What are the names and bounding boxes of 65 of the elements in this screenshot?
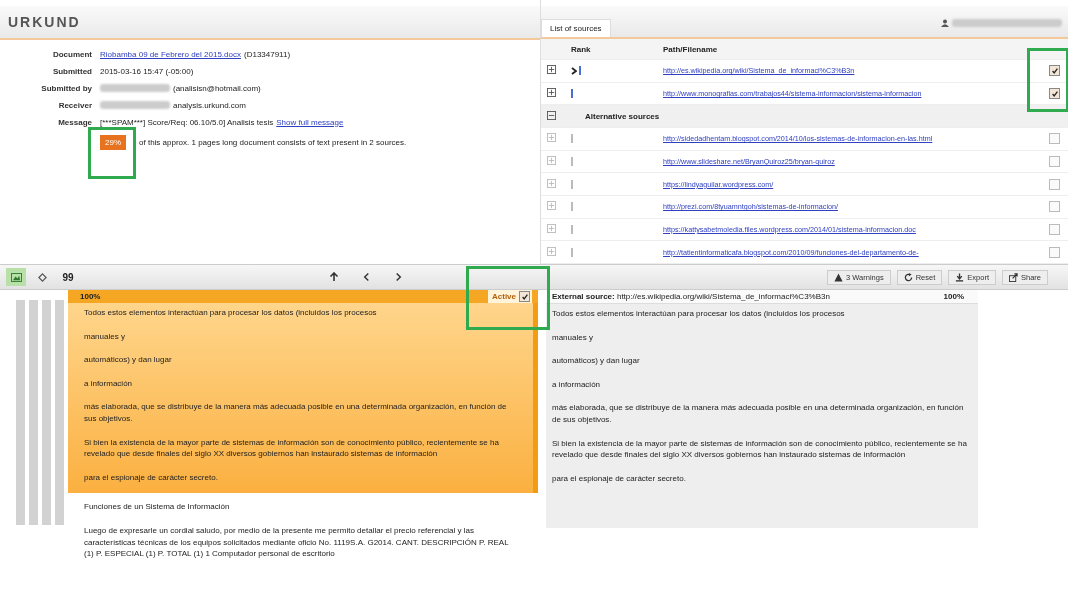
field-label: Message — [57, 117, 93, 127]
show-message-link[interactable]: Show full message — [276, 117, 344, 127]
column-header: Rank — [571, 44, 592, 54]
logo: URKUND — [8, 14, 81, 30]
warning-icon — [834, 272, 844, 282]
image-icon — [10, 272, 22, 282]
matched-paragraph: manuales y — [84, 330, 126, 343]
source-paragraph: Todos estos elementos interactúan para procesar los datos (incluidos los procesos — [552, 308, 846, 320]
source-paragraph: manuales y — [552, 331, 594, 344]
source-paragraph: automáticos) y dan lugar — [552, 355, 641, 367]
field-label: Receiver — [57, 100, 93, 110]
source-label: External source: — [552, 292, 615, 301]
matched-paragraph: automáticos) y dan lugar — [84, 354, 173, 366]
document-link[interactable]: Riobamba 09 de Febrero del 2015.docx — [100, 49, 241, 59]
field-value: (analisisn@hotmail.com) — [173, 83, 261, 93]
sources-tab[interactable]: List of sources — [541, 19, 611, 38]
field-value: (D13347911) — [244, 49, 291, 59]
checkbox[interactable] — [1049, 65, 1060, 77]
checkbox[interactable] — [519, 291, 530, 302]
checkbox[interactable] — [1049, 133, 1060, 145]
match-percent: 100% — [80, 292, 101, 301]
quote-button[interactable]: 99 — [58, 268, 78, 286]
left-chevron-icon — [361, 272, 371, 282]
highlight-frame — [88, 127, 136, 179]
highlight-frame — [1027, 48, 1068, 112]
download-icon — [955, 272, 965, 282]
up-arrow-icon — [329, 272, 339, 282]
active-toggle[interactable]: Active — [488, 290, 532, 303]
score-badge: 29% — [100, 135, 126, 150]
checkbox[interactable] — [1049, 223, 1060, 235]
group-label: Alternative sources — [584, 111, 660, 121]
document-paragraph: Luego de expresarle un cordial saludo, por medio de la presente me permito detallar el precio referencial y las características técnicas de los equipos solicitados mediante oficio No. 1119S.A. G2014. CANT. DESCRIPCIÓN P. REAL (1) P. ESPECIAL (1) P. TOTAL (1) 1 Computador personal de escritorio — [84, 524, 510, 560]
diamond-icon — [37, 272, 47, 282]
source-paragraph: para el espionaje de carácter secreto. — [552, 472, 687, 485]
expand-icon[interactable] — [547, 65, 556, 75]
checkbox[interactable] — [1049, 178, 1060, 190]
source-paragraph: Si bien la existencia de la mayor parte de sistemas de información son de conocimiento público, recientemente se ha revelado que desde finales del siglo XX diversos gobiernos han instaurado sistemas de información — [552, 437, 968, 461]
checkbox[interactable] — [1049, 88, 1060, 100]
checkbox[interactable] — [1049, 156, 1060, 168]
collapse-icon[interactable] — [547, 110, 556, 120]
checkbox[interactable] — [1049, 201, 1060, 213]
matched-paragraph: Todos estos elementos interactúan para procesar los datos (incluidos los procesos — [84, 307, 378, 319]
column-header: Path/Filename — [663, 44, 719, 54]
field-label: Submitted — [51, 66, 93, 76]
share-icon — [1009, 272, 1018, 282]
field-value: 2015-03-16 15:47 (-05:00) — [100, 66, 194, 76]
matched-paragraph: para el espionaje de carácter secreto. — [84, 471, 219, 484]
match-percent: 100% — [943, 292, 964, 301]
source-url: http://es.wikipedia.org/wiki/Sistema_de_informaci%C3%B3n — [616, 292, 830, 301]
field-label: Submitted by — [40, 83, 93, 93]
image-button[interactable] — [6, 268, 26, 286]
field-label: Document — [51, 49, 93, 59]
document-paragraph: Funciones de un Sistema de Información — [84, 501, 231, 513]
matched-paragraph: más elaborada, que se distribuye de la manera más adecuada posible en una determinada organización, en función de sus objetivos. — [84, 401, 508, 425]
field-value: analysis.urkund.com — [173, 100, 246, 110]
field-value: [***SPAM***] Score/Req: 06.10/5.0] Analisis tesis — [100, 117, 274, 127]
matched-paragraph: a información — [84, 377, 134, 390]
source-paragraph: más elaborada, que se distribuye de la manera más adecuada posible en una determinada organización, en función de sus objetivos. — [552, 402, 965, 426]
matched-paragraph: Si bien la existencia de la mayor parte de sistemas de información son de conocimiento público, recientemente se ha revelado que desde finales del siglo XX diversos gobiernos han instaurado sistemas de información — [84, 436, 500, 460]
expand-icon[interactable] — [547, 88, 556, 98]
refresh-icon — [903, 272, 913, 282]
checkbox[interactable] — [1049, 246, 1060, 258]
score-text: of this approx. 1 pages long document consists of text present in 2 sources. — [139, 138, 407, 147]
source-paragraph: a información — [552, 378, 602, 391]
user-icon — [941, 19, 949, 28]
